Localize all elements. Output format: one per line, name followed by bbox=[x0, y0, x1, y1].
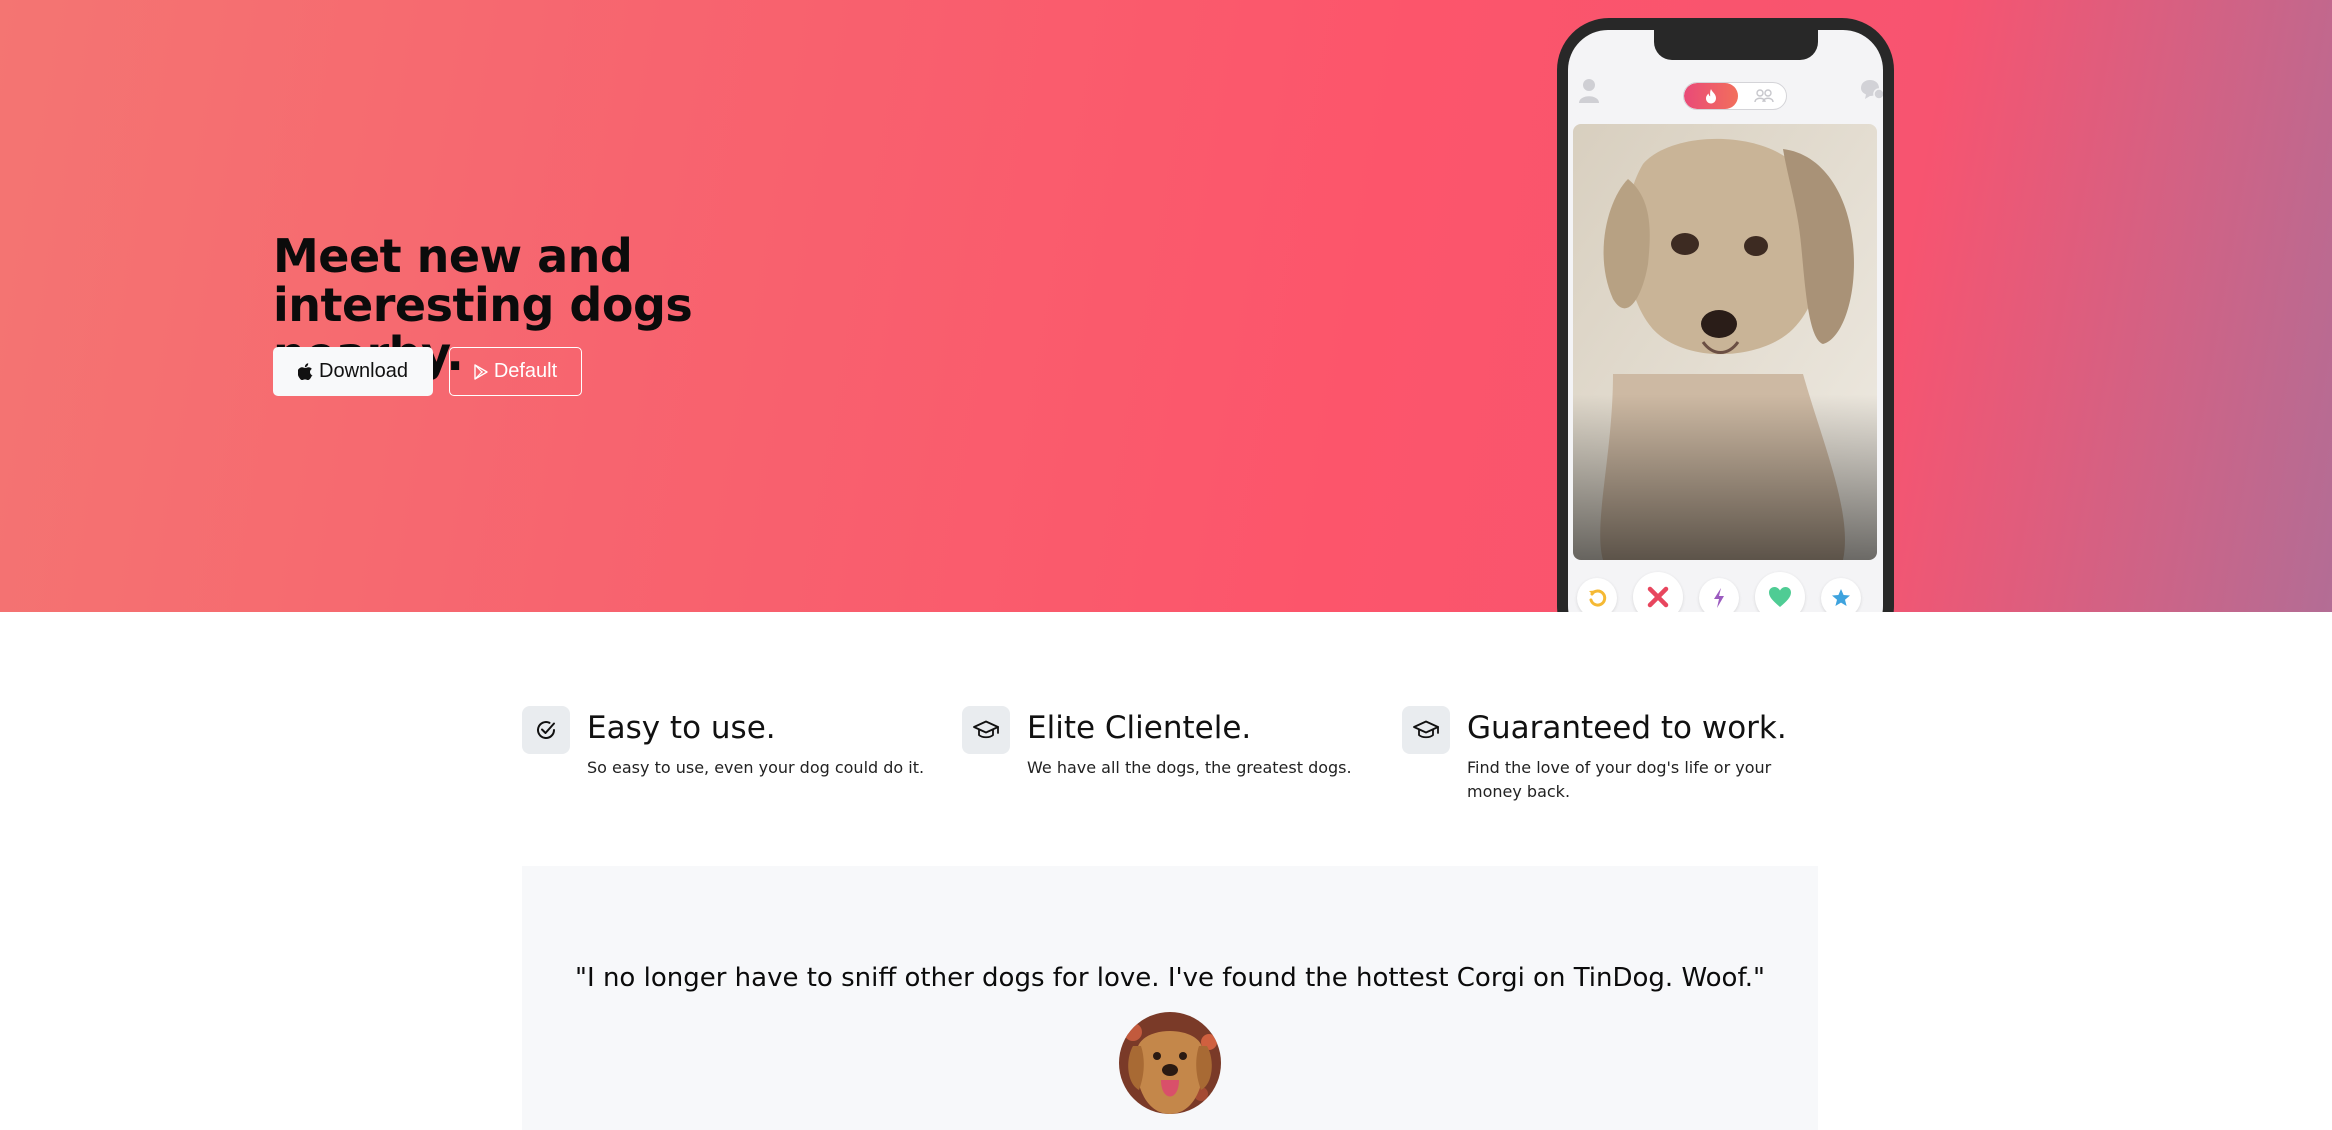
chat-bubbles-icon[interactable] bbox=[1859, 78, 1883, 102]
dog-photo bbox=[1573, 124, 1877, 560]
default-button[interactable]: Default bbox=[449, 347, 582, 396]
graduation-cap-icon bbox=[973, 720, 999, 739]
google-play-icon bbox=[474, 363, 488, 380]
feature-text: We have all the dogs, the greatest dogs. bbox=[1027, 758, 1352, 777]
person-icon[interactable] bbox=[1578, 78, 1600, 104]
super-like-button[interactable] bbox=[1821, 578, 1861, 612]
heart-icon bbox=[1769, 587, 1791, 607]
dog-profile-card[interactable] bbox=[1573, 124, 1877, 560]
testimonial-quote: "I no longer have to sniff other dogs fo… bbox=[575, 963, 1765, 993]
star-icon bbox=[1832, 589, 1850, 606]
feature-icon-box bbox=[1402, 706, 1450, 754]
bolt-icon bbox=[1714, 588, 1724, 608]
default-button-label: Default bbox=[493, 360, 558, 382]
download-button[interactable]: Download bbox=[273, 347, 433, 396]
golden-retriever-photo bbox=[1119, 1012, 1221, 1114]
feature-text: So easy to use, even your dog could do i… bbox=[587, 758, 925, 777]
phone-screen bbox=[1568, 30, 1883, 612]
flame-icon bbox=[1706, 89, 1716, 104]
avatar bbox=[1119, 1012, 1221, 1114]
feature-title: Elite Clientele. bbox=[1027, 710, 1252, 746]
mode-toggle[interactable] bbox=[1683, 82, 1787, 110]
testimonial-section: "I no longer have to sniff other dogs fo… bbox=[522, 866, 1818, 1130]
nope-button[interactable] bbox=[1633, 572, 1683, 612]
phone-mockup bbox=[1557, 18, 1894, 612]
mode-toggle-inactive[interactable] bbox=[1742, 83, 1786, 109]
rewind-button[interactable] bbox=[1577, 578, 1617, 612]
action-buttons bbox=[1577, 568, 1877, 612]
feature-title: Easy to use. bbox=[587, 710, 776, 746]
download-button-label: Download bbox=[319, 360, 408, 382]
group-icon bbox=[1754, 89, 1774, 103]
feature-title: Guaranteed to work. bbox=[1467, 710, 1787, 746]
x-icon bbox=[1647, 586, 1669, 608]
check-circle-icon bbox=[537, 721, 555, 739]
phone-notch bbox=[1654, 30, 1818, 60]
feature-text: Find the love of your dog's life or your… bbox=[1467, 758, 1772, 801]
mode-toggle-active[interactable] bbox=[1684, 83, 1738, 109]
rewind-icon bbox=[1589, 589, 1607, 607]
graduation-cap-icon bbox=[1413, 720, 1439, 739]
apple-icon bbox=[298, 363, 313, 380]
hero-section: Meet new and interesting dogs nearby. Do… bbox=[0, 0, 2332, 612]
boost-button[interactable] bbox=[1699, 578, 1739, 612]
like-button[interactable] bbox=[1755, 572, 1805, 612]
feature-icon-box bbox=[962, 706, 1010, 754]
feature-icon-box bbox=[522, 706, 570, 754]
